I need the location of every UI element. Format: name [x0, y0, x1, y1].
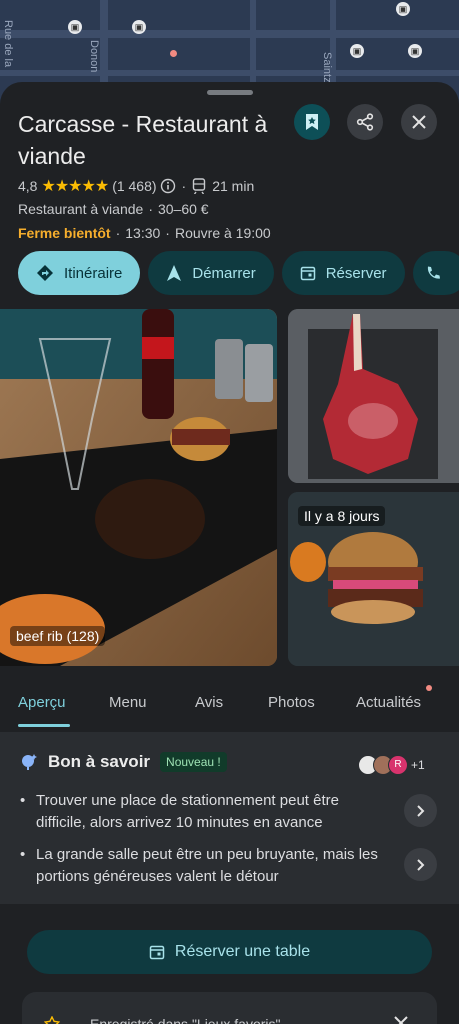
info-icon[interactable]: [160, 178, 176, 194]
category-label: Restaurant à viande: [18, 201, 144, 217]
tab-photos[interactable]: Photos: [268, 686, 315, 719]
separator: ·: [115, 225, 121, 241]
photo-caption: beef rib (128): [10, 626, 106, 646]
reserve-label: Réserver: [325, 264, 387, 282]
calendar-icon: [149, 945, 165, 960]
rating-row[interactable]: 4,8 ★★★★★ (1 468) · 21 min: [18, 176, 254, 196]
category-row: Restaurant à viande · 30–60 €: [18, 201, 209, 217]
tip-expand-button[interactable]: [404, 848, 437, 881]
sparkle-icon: [22, 754, 37, 770]
map-poi-pin[interactable]: [170, 50, 177, 57]
tip-item: • Trouver une place de stationnement peu…: [20, 790, 380, 834]
food-photo-image: [0, 309, 277, 666]
chevron-right-icon: [416, 804, 424, 817]
saved-list-text: Enregistré dans "Lieux favoris": [90, 1016, 281, 1024]
tab-overview[interactable]: Aperçu: [18, 686, 66, 719]
tip-expand-button[interactable]: [404, 794, 437, 827]
photo-burger[interactable]: Il y a 8 jours: [288, 492, 459, 666]
good-to-know-card: Bon à savoir Nouveau ! R +1 • Trouver un…: [0, 732, 459, 904]
contributor-avatars: R +1: [358, 755, 425, 775]
map-road: [0, 70, 459, 76]
phone-icon: [427, 266, 440, 279]
price-range: 30–60 €: [157, 201, 209, 217]
photo-gallery: beef rib (128) Il y a 8 jours: [0, 309, 459, 666]
avatar-more-count: +1: [411, 758, 425, 772]
place-sheet: Carcasse - Restaurant à viande 4,8 ★★★★★…: [0, 82, 459, 1024]
navigation-arrow-icon: [167, 265, 182, 281]
bullet: •: [20, 792, 26, 809]
tab-updates[interactable]: Actualités: [356, 686, 421, 719]
tip-text: Trouver une place de stationnement peut …: [36, 792, 339, 831]
photo-date: Il y a 8 jours: [298, 506, 386, 526]
star-rating: ★★★★★: [41, 178, 109, 195]
reopen-time: Rouvre à 19:00: [174, 225, 271, 241]
photo-steak[interactable]: [288, 309, 459, 483]
place-title: Carcasse - Restaurant à viande: [18, 111, 268, 169]
separator: ·: [181, 178, 187, 194]
street-label: Rue de la: [2, 20, 14, 68]
reserve-table-button[interactable]: Réserver une table: [27, 930, 432, 974]
calendar-icon: [300, 266, 315, 281]
review-count: (1 468): [112, 178, 157, 194]
open-status: Ferme bientôt: [18, 225, 111, 241]
directions-label: Itinéraire: [64, 264, 123, 282]
bookmark-icon: [306, 114, 318, 130]
card-header: Bon à savoir Nouveau !: [20, 752, 227, 772]
share-button[interactable]: [347, 104, 383, 140]
call-button[interactable]: [412, 251, 459, 295]
bullet: •: [20, 846, 26, 863]
steak-photo-image: [288, 309, 459, 483]
close-icon[interactable]: [394, 1016, 408, 1024]
tab-reviews[interactable]: Avis: [195, 686, 223, 719]
bus-stop-icon[interactable]: ▣: [396, 2, 410, 16]
hours-row[interactable]: Ferme bientôt · 13:30 · Rouvre à 19:00: [18, 225, 271, 241]
share-icon: [356, 113, 374, 131]
avatar: R: [388, 755, 408, 775]
bus-stop-icon[interactable]: ▣: [68, 20, 82, 34]
action-chips: Itinéraire Démarrer Réserver: [18, 251, 459, 295]
tab-menu[interactable]: Menu: [109, 686, 147, 719]
tip-item: • La grande salle peut être un peu bruya…: [20, 844, 380, 888]
tip-text: La grande salle peut être un peu bruyant…: [36, 846, 378, 885]
notification-dot: [426, 685, 432, 691]
close-time: 13:30: [125, 225, 161, 241]
directions-button[interactable]: Itinéraire: [18, 251, 141, 295]
chevron-right-icon: [416, 858, 424, 871]
card-title: Bon à savoir: [48, 752, 151, 771]
close-button[interactable]: [401, 104, 437, 140]
travel-time: 21 min: [212, 178, 255, 194]
drag-handle[interactable]: [207, 90, 253, 95]
start-button[interactable]: Démarrer: [148, 251, 274, 295]
separator: ·: [165, 225, 170, 241]
active-tab-indicator: [18, 724, 70, 727]
start-label: Démarrer: [192, 264, 256, 282]
star-outline-icon: [44, 1016, 60, 1024]
save-button[interactable]: [294, 104, 330, 140]
bus-stop-icon[interactable]: ▣: [350, 44, 364, 58]
reserve-button[interactable]: Réserver: [281, 251, 405, 295]
rating-value: 4,8: [18, 178, 38, 194]
new-badge: Nouveau !: [160, 752, 227, 772]
street-label: Saintz: [321, 52, 333, 83]
bus-stop-icon[interactable]: ▣: [408, 44, 422, 58]
bus-stop-icon[interactable]: ▣: [132, 20, 146, 34]
separator: ·: [148, 201, 153, 217]
directions-icon: [37, 265, 53, 281]
reserve-table-label: Réserver une table: [174, 943, 311, 960]
transit-icon: [193, 178, 206, 194]
photo-beef-rib[interactable]: beef rib (128): [0, 309, 277, 666]
close-icon: [412, 115, 426, 129]
saved-list-card[interactable]: Enregistré dans "Lieux favoris": [22, 992, 437, 1024]
street-label: Donon: [88, 40, 100, 73]
